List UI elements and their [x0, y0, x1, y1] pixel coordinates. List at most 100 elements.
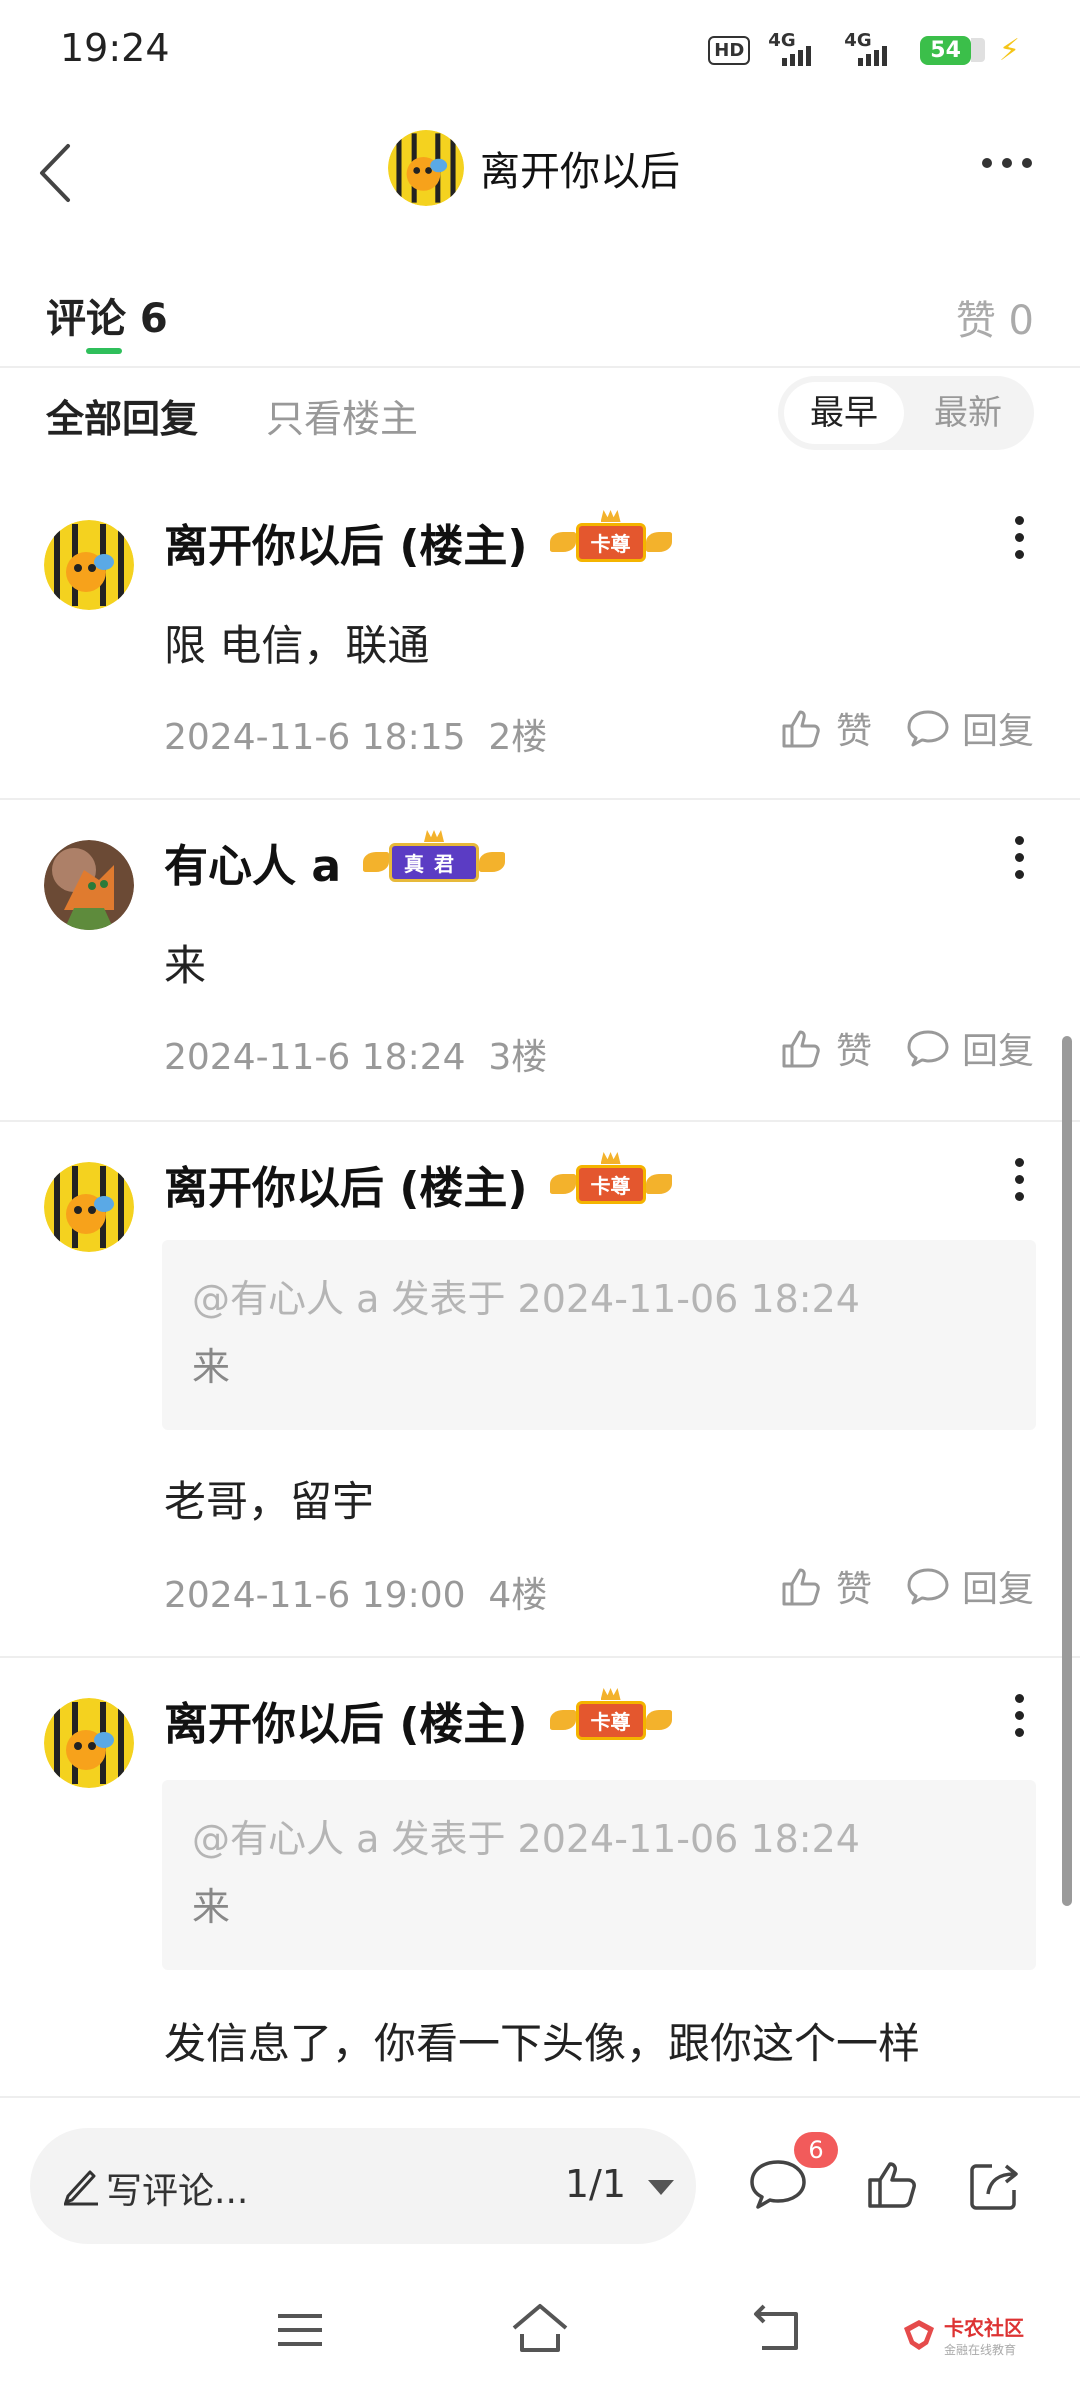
signal-icon-sim1: 4G	[768, 30, 826, 70]
comment-floor: 4楼	[488, 1575, 548, 1616]
tab-comments[interactable]: 评论 6	[46, 286, 168, 344]
more-vertical-icon	[1015, 516, 1024, 525]
comment-time: 2024-11-6 18:24	[164, 1037, 466, 1078]
reply-button[interactable]: 回复	[906, 1022, 1034, 1074]
quote-header: @有心人 a 发表于 2024-11-06 18:24	[192, 1277, 860, 1321]
filter-row: 全部回复 只看楼主 最早 最新	[0, 370, 1080, 450]
sort-toggle: 最早 最新	[778, 376, 1034, 450]
author-name[interactable]: 离开你以后 (楼主)	[164, 510, 528, 574]
comment-header: 离开你以后 (楼主) 卡尊	[164, 510, 672, 574]
home-icon[interactable]	[510, 2302, 570, 2354]
thumbs-up-icon[interactable]	[866, 2158, 920, 2210]
share-icon[interactable]	[968, 2158, 1024, 2212]
sort-earliest-button[interactable]: 最早	[784, 382, 904, 444]
author-name[interactable]: 离开你以后 (楼主)	[164, 1688, 528, 1752]
watermark-title: 卡农社区	[944, 2316, 1024, 2340]
avatar[interactable]	[44, 1162, 134, 1252]
battery-icon: 54	[920, 35, 985, 65]
author-name[interactable]: 有心人 a	[164, 830, 341, 894]
level-badge: 真君	[363, 830, 506, 882]
bottom-action-bar: 写评论... 1/1 6	[0, 2096, 1080, 2244]
comment-menu-button[interactable]	[1015, 516, 1024, 559]
comment-meta: 2024-11-6 19:00 4楼	[164, 1566, 547, 1618]
quote-text: 来	[192, 1345, 231, 1389]
quoted-reply[interactable]: @有心人 a 发表于 2024-11-06 18:24 来	[162, 1240, 1036, 1430]
comment-text: 来	[164, 941, 207, 990]
comment-time: 2024-11-6 18:15	[164, 717, 466, 758]
quote-text: 来	[192, 1885, 231, 1929]
back-button[interactable]	[28, 138, 88, 208]
thread-author[interactable]: 离开你以后	[388, 130, 680, 206]
page-indicator[interactable]: 1/1	[565, 2162, 626, 2206]
comment-meta: 2024-11-6 18:24 3楼	[164, 1028, 547, 1080]
signal-icon-sim2: 4G	[844, 30, 902, 70]
filter-owner-only[interactable]: 只看楼主	[266, 388, 418, 443]
more-icon	[982, 158, 992, 168]
comment-header: 离开你以后 (楼主) 卡尊	[164, 1152, 672, 1216]
comment-count-badge: 6	[794, 2132, 838, 2168]
watermark: 卡农社区 金融在线教育	[902, 2312, 1024, 2358]
thumbs-up-icon	[782, 710, 820, 748]
kanong-logo-icon	[904, 2320, 934, 2350]
avatar[interactable]	[44, 1698, 134, 1788]
comment-text: 老哥，留宇	[164, 1477, 375, 1526]
comment-header: 离开你以后 (楼主) 卡尊	[164, 1688, 672, 1752]
comment-floor: 3楼	[488, 1037, 548, 1078]
comment-actions: 赞 回复	[780, 702, 1034, 754]
more-vertical-icon	[1015, 1158, 1024, 1167]
tab-likes[interactable]: 赞 0	[956, 288, 1034, 346]
comment-menu-button[interactable]	[1015, 836, 1024, 879]
reply-bubble-icon	[907, 1568, 949, 1605]
comment-input[interactable]: 写评论... 1/1	[30, 2128, 696, 2244]
reply-button[interactable]: 回复	[906, 1560, 1034, 1612]
reply-button[interactable]: 回复	[906, 702, 1034, 754]
comment-meta: 2024-11-6 18:15 2楼	[164, 708, 547, 760]
status-time: 19:24	[60, 26, 170, 70]
reply-bubble-icon	[907, 1030, 949, 1067]
like-button[interactable]: 赞	[780, 1560, 872, 1612]
comment-text: 发信息了，你看一下头像，跟你这个一样	[164, 2019, 921, 2068]
thread-header: 离开你以后	[0, 110, 1080, 230]
avatar	[388, 130, 464, 206]
level-badge: 卡尊	[549, 510, 672, 562]
filter-all-replies[interactable]: 全部回复	[46, 388, 198, 443]
quoted-reply[interactable]: @有心人 a 发表于 2024-11-06 18:24 来	[162, 1780, 1036, 1970]
comment-item: 有心人 a 真君 来 2024-11-6 18:24 3楼 赞 回复	[0, 800, 1080, 1122]
thumbs-up-icon	[782, 1568, 820, 1606]
more-vertical-icon	[1015, 836, 1024, 845]
comment-header: 有心人 a 真君	[164, 830, 506, 894]
comment-input-placeholder: 写评论...	[106, 2171, 249, 2212]
like-button[interactable]: 赞	[780, 1022, 872, 1074]
comment-text: 限 电信，联通	[164, 621, 430, 670]
reply-bubble-icon	[907, 710, 949, 747]
author-name[interactable]: 离开你以后 (楼主)	[164, 1152, 528, 1216]
like-button[interactable]: 赞	[780, 702, 872, 754]
avatar[interactable]	[44, 840, 134, 930]
scrollbar[interactable]	[1062, 1036, 1072, 1906]
more-options-button[interactable]	[982, 158, 1032, 168]
pencil-icon	[64, 2170, 98, 2206]
status-bar: 19:24 HD 4G 4G 54 ⚡	[0, 0, 1080, 100]
page-title: 离开你以后	[480, 149, 680, 195]
watermark-subtitle: 金融在线教育	[944, 2343, 1017, 2357]
level-badge: 卡尊	[549, 1688, 672, 1740]
back-nav-icon[interactable]	[752, 2304, 804, 2354]
comment-item: 离开你以后 (楼主) 卡尊 限 电信，联通 2024-11-6 18:15 2楼…	[0, 480, 1080, 800]
thumbs-up-icon	[782, 1030, 820, 1068]
sort-latest-button[interactable]: 最新	[908, 382, 1028, 444]
comment-icon[interactable]	[748, 2158, 808, 2210]
comment-time: 2024-11-6 19:00	[164, 1575, 466, 1616]
comment-item: 离开你以后 (楼主) 卡尊 @有心人 a 发表于 2024-11-06 18:2…	[0, 1122, 1080, 1658]
avatar[interactable]	[44, 520, 134, 610]
comment-menu-button[interactable]	[1015, 1158, 1024, 1201]
quote-header: @有心人 a 发表于 2024-11-06 18:24	[192, 1817, 860, 1861]
system-nav-bar: 卡农社区 金融在线教育	[0, 2260, 1080, 2400]
comment-actions: 赞 回复	[780, 1022, 1034, 1074]
comment-menu-button[interactable]	[1015, 1694, 1024, 1737]
hd-icon: HD	[708, 35, 751, 65]
comment-floor: 2楼	[488, 717, 548, 758]
status-icons: HD 4G 4G 54 ⚡	[708, 30, 1020, 70]
caret-down-icon[interactable]	[648, 2180, 674, 2195]
tabs-row: 评论 6 赞 0	[0, 270, 1080, 368]
recent-apps-icon[interactable]	[276, 2310, 324, 2350]
